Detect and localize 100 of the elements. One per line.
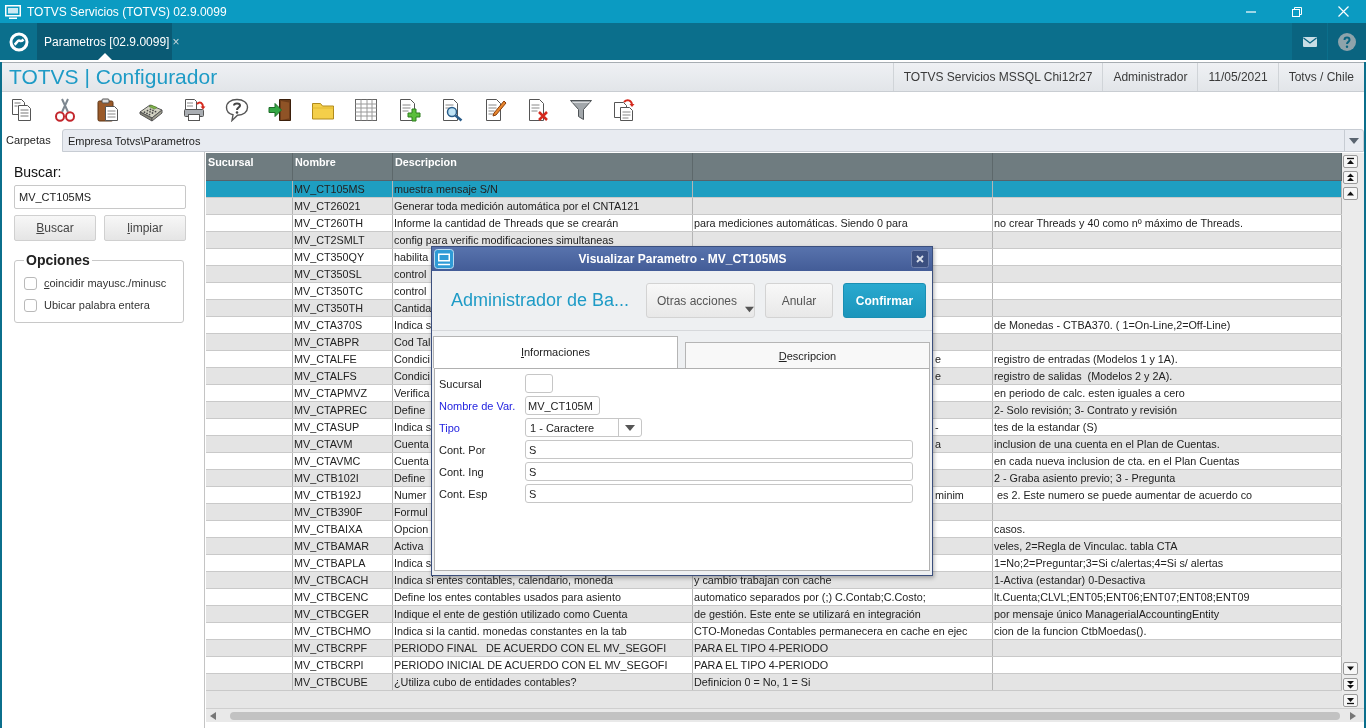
- parameter-name: MV_CTASUP: [294, 421, 360, 433]
- description-continuation: veles, 2=Regla de Vinculac. tabla CTA: [994, 540, 1178, 552]
- app-title: TOTVS | Configurador: [9, 65, 218, 89]
- field-label: Cont. Por: [439, 443, 487, 456]
- parameter-name: MV_CT2SMLT: [294, 234, 365, 246]
- group-title: Opciones: [25, 252, 91, 268]
- parameter-name: MV_CTBAPLA: [294, 557, 366, 569]
- parameter-name: MV_CTBCUBE: [294, 676, 368, 688]
- description-continuation: e: [935, 370, 941, 382]
- header-info: Administrador: [1102, 63, 1198, 91]
- parameter-description: Informe la cantidad de Threads que se crearán: [394, 217, 619, 229]
- parameter-name: MV_CTBAIXA: [294, 523, 363, 535]
- description-continuation: en cada nueva inclusion de cta. en el Plan Cuentas: [994, 455, 1240, 467]
- parameter-name: MV_CTALFS: [294, 370, 357, 382]
- description-continuation: para mediciones automáticas. Siendo 0 para: [694, 217, 908, 229]
- parameter-name: MV_CTAPREC: [294, 404, 367, 416]
- parameter-name: MV_CTB390F: [294, 506, 363, 518]
- parameter-description: Opcion: [394, 523, 429, 535]
- description-continuation: PARA EL TIPO 4-PERIODO: [694, 659, 829, 671]
- description-continuation: y cambio trabajan con cache: [694, 574, 832, 586]
- parameter-name: MV_CTBCENC: [294, 591, 369, 603]
- parameter-description: Cod Tal: [394, 336, 431, 348]
- parameter-name: MV_CT26021: [294, 200, 361, 212]
- description-continuation: es 2. Este numero se puede aumentar de acuerdo co: [996, 489, 1253, 501]
- parameter-name: MV_CTB102I: [294, 472, 359, 484]
- parameter-name: MV_CT350TH: [294, 302, 363, 314]
- description-continuation: de Monedas - CTBA370. ( 1=On-Line,2=Off-Line): [994, 319, 1231, 331]
- parameter-name: MV_CTALFE: [294, 353, 357, 365]
- description-continuation: lt.Cuenta;CLVL;ENT05;ENT06;ENT07;ENT08;ENT09: [994, 591, 1250, 603]
- parameter-description: Verifica: [394, 387, 430, 399]
- parameter-description: Indica s: [394, 319, 432, 331]
- parameter-name: MV_CTA370S: [294, 319, 363, 331]
- parameter-name: MV_CTABPR: [294, 336, 360, 348]
- description-continuation: e: [935, 353, 941, 365]
- parameter-name: MV_CTBCACH: [294, 574, 369, 586]
- description-continuation: -: [935, 421, 939, 433]
- parameter-description: Define los entes contables usados para asiento: [394, 591, 621, 603]
- dialog-heading: Administrador de Ba...: [451, 290, 631, 311]
- parameter-description: Cuenta: [394, 438, 429, 450]
- parameter-description: Indica si entes contables, calendario, moneda: [394, 574, 614, 586]
- header-info: TOTVS Servicios MSSQL Chi12r27: [892, 63, 1103, 91]
- description-continuation: 1=No;2=Preguntar;3=Si c/alertas;4=Si s/ alertas: [994, 557, 1224, 569]
- description-continuation: 2 - Graba asiento previo; 3 - Pregunta: [994, 472, 1176, 484]
- description-continuation: casos.: [994, 523, 1026, 535]
- field-label: Nombre de Var.: [439, 399, 517, 412]
- description-continuation: automatico separados por (;) C.Contab;C.Costo;: [694, 591, 926, 603]
- parameter-description: Define: [394, 472, 426, 484]
- parameter-description: Numer: [394, 489, 427, 501]
- parameter-description: Condici: [394, 353, 430, 365]
- parameter-name: MV_CTBAMAR: [294, 540, 369, 552]
- description-continuation: 2- Solo revisión; 3- Contrato y revisión: [994, 404, 1178, 416]
- dialog-title: Visualizar Parametro - MV_CT105MS: [577, 252, 788, 266]
- parameter-description: Condici: [394, 370, 430, 382]
- description-continuation: registro de entradas (Modelos 1 y 1A).: [994, 353, 1178, 365]
- parameter-name: MV_CT350QY: [294, 251, 365, 263]
- parameter-description: Indica si la cantid. monedas constantes en la tab: [394, 625, 627, 637]
- parameter-description: control: [394, 285, 427, 297]
- parameter-description: PERIODO FINAL DE ACUERDO CON EL MV_SEGOFI: [394, 642, 667, 654]
- parameter-name: MV_CTAVMC: [294, 455, 361, 467]
- field-label: Cont. Ing: [439, 465, 485, 478]
- parameter-name: MV_CT260TH: [294, 217, 363, 229]
- description-continuation: CTO-Monedas Contables permanecera en cache en ejec: [694, 625, 968, 637]
- search-label: Buscar:: [14, 164, 63, 180]
- description-continuation: a: [935, 438, 941, 450]
- field-label: Tipo: [439, 421, 461, 434]
- parameter-name: MV_CTBCRPI: [294, 659, 364, 671]
- field-label: Cont. Esp: [439, 487, 489, 500]
- parameter-description: control: [394, 268, 427, 280]
- parameter-name: MV_CTBCGER: [294, 608, 369, 620]
- parameter-description: Activa: [394, 540, 424, 552]
- parameter-description: habilita: [394, 251, 429, 263]
- header-info: Totvs / Chile: [1277, 63, 1364, 91]
- parameter-description: PERIODO INICIAL DE ACUERDO CON EL MV_SEGOFI: [394, 659, 668, 671]
- description-continuation: en periodo de calc. esten iguales a cero: [994, 387, 1185, 399]
- parameter-name: MV_CT350SL: [294, 268, 362, 280]
- description-continuation: inclusion de una cuenta en el Plan de Cuentas.: [994, 438, 1220, 450]
- description-continuation: PARA EL TIPO 4-PERIODO: [694, 642, 829, 654]
- parameter-name: MV_CTBCHMO: [294, 625, 371, 637]
- parameter-name: MV_CT350TC: [294, 285, 363, 297]
- description-continuation: Definicion 0 = No, 1 = Si: [694, 676, 811, 688]
- description-continuation: de gestión. Este ente se utilizará en integración: [694, 608, 921, 620]
- parameter-name: MV_CTB192J: [294, 489, 362, 501]
- description-continuation: registro de salidas (Modelos 2 y 2A).: [994, 370, 1173, 382]
- description-continuation: por mensaje único ManagerialAccountingEntity: [994, 608, 1220, 620]
- header-info: 11/05/2021: [1197, 63, 1278, 91]
- window-title: TOTVS Servicios (TOTVS) 02.9.0099: [27, 4, 227, 19]
- parameter-description: ¿Utiliza cubo de entidades contables?: [394, 676, 577, 688]
- parameter-name: MV_CTBCRPF: [294, 642, 368, 654]
- parameter-name: MV_CTAPMVZ: [294, 387, 367, 399]
- description-continuation: cion de la funcion CtbMoedas().: [994, 625, 1147, 637]
- description-continuation: 1-Activa (estandar) 0-Desactiva: [994, 574, 1146, 586]
- parameter-name: MV_CTAVM: [294, 438, 353, 450]
- parameter-description: Cantida: [394, 302, 432, 314]
- parameter-description: Indica s: [394, 557, 432, 569]
- description-continuation: no crear Threads y 40 como nº máximo de Threads.: [994, 217, 1243, 229]
- parameter-name: MV_CT105MS: [294, 183, 365, 195]
- description-continuation: minim: [935, 489, 964, 501]
- parameter-description: config para verific modificaciones simultaneas: [394, 234, 614, 246]
- parameter-description: Cuenta: [394, 455, 429, 467]
- parameter-description: Formul: [394, 506, 428, 518]
